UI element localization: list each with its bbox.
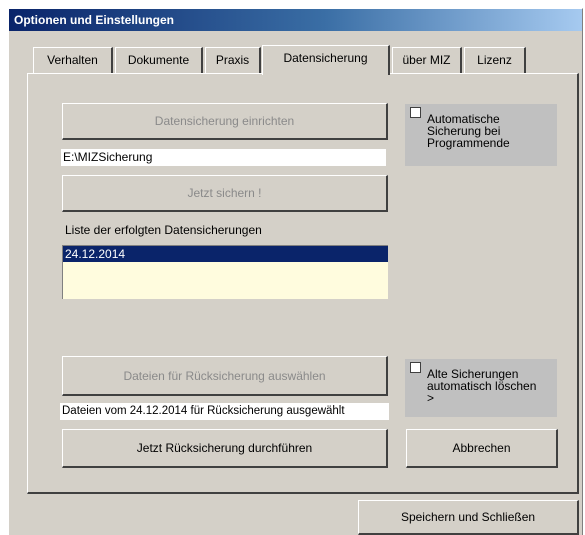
auto-backup-checkbox[interactable] [410,107,421,118]
restore-status-field: Dateien vom 24.12.2014 für Rücksicherung… [60,403,389,420]
delete-old-label[interactable]: Alte Sicherungen automatisch löschen > [427,368,537,404]
history-label: Liste der erfolgten Datensicherungen [65,223,262,237]
perform-restore-button[interactable]: Jetzt Rücksicherung durchführen [62,429,388,468]
tab-lizenz[interactable]: Lizenz [464,47,526,73]
delete-old-group: Alte Sicherungen automatisch löschen > [405,359,557,417]
tab-ueber-miz[interactable]: über MIZ [392,47,462,73]
window-title: Optionen und Einstellungen [9,9,582,31]
backup-now-button[interactable]: Jetzt sichern ! [62,175,388,212]
tab-datensicherung[interactable]: Datensicherung [262,45,390,75]
backup-path-field[interactable]: E:\MIZSicherung [61,149,386,166]
delete-old-checkbox[interactable] [410,362,421,373]
tab-dokumente[interactable]: Dokumente [115,47,203,73]
auto-backup-label[interactable]: Automatische Sicherung bei Programmende [427,113,537,149]
list-item[interactable]: 24.12.2014 [63,246,388,262]
backup-history-list[interactable]: 24.12.2014 [62,245,388,299]
select-restore-files-button[interactable]: Dateien für Rücksicherung auswählen [62,356,388,396]
cancel-button[interactable]: Abbrechen [406,429,558,468]
auto-backup-group: Automatische Sicherung bei Programmende [405,104,557,166]
save-and-close-button[interactable]: Speichern und Schließen [358,500,579,535]
tab-praxis[interactable]: Praxis [205,47,261,73]
tab-verhalten[interactable]: Verhalten [33,47,113,73]
setup-backup-button[interactable]: Datensicherung einrichten [62,103,388,140]
